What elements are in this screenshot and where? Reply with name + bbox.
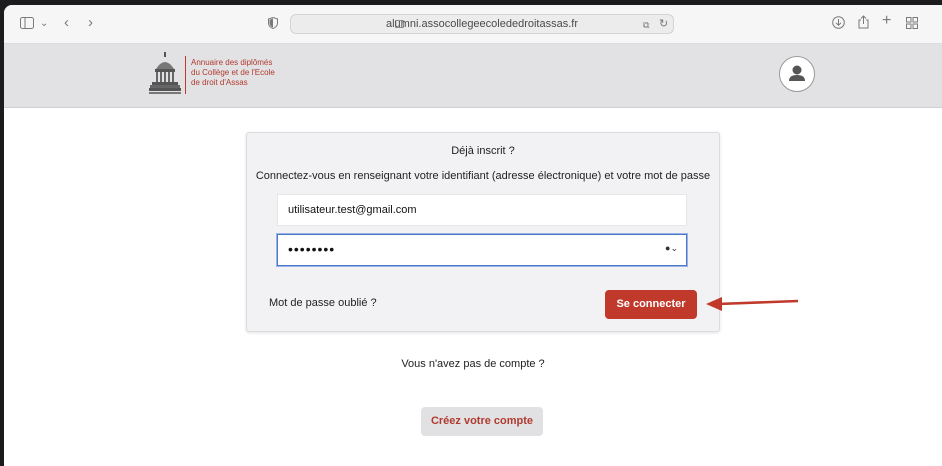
login-instructions: Connectez-vous en renseignant votre iden… [255,170,711,182]
arrow-annotation-icon [706,297,799,311]
tab-overview-icon[interactable] [906,17,918,32]
user-icon [789,65,805,81]
logo-divider [185,56,186,94]
browser-window: ⌄ ‹ › alumni.assocollegeecolededroitassa… [4,5,942,466]
address-bar-url: alumni.assocollegeecolededroitassas.fr [386,18,578,30]
share-icon[interactable] [858,15,869,32]
browser-toolbar: ⌄ ‹ › alumni.assocollegeecolededroitassa… [4,5,942,44]
reload-icon[interactable]: ↻ [659,17,668,31]
login-card: Déjà inscrit ? Connectez-vous en renseig… [246,132,720,332]
download-icon[interactable] [832,16,845,32]
no-account-text: Vous n'avez pas de compte ? [401,358,545,370]
email-value: utilisateur.test@gmail.com [288,204,417,216]
address-bar[interactable]: alumni.assocollegeecolededroitassas.fr ⧉… [290,14,674,34]
translate-icon[interactable]: ⧉ [643,18,649,32]
plus-icon[interactable]: + [882,13,891,29]
password-field[interactable]: •••••••• ●⌄ [277,234,687,266]
login-title: Déjà inscrit ? [451,145,515,157]
pantheon-logo-icon[interactable] [149,52,181,96]
site-logo-text[interactable]: Annuaire des diplômés du Collège et de l… [191,58,275,88]
key-icon[interactable]: ●⌄ [665,243,678,254]
chevron-left-icon[interactable]: ‹ [64,15,69,30]
site-header: Annuaire des diplômés du Collège et de l… [4,44,942,108]
chevron-down-icon[interactable]: ⌄ [40,17,48,31]
email-field[interactable]: utilisateur.test@gmail.com [277,194,687,226]
password-value: •••••••• [288,241,336,257]
sidebar-icon[interactable] [20,17,34,32]
create-account-button[interactable]: Créez votre compte [421,407,543,436]
forgot-password-link[interactable]: Mot de passe oublié ? [269,297,377,309]
user-avatar[interactable] [779,56,815,92]
login-button[interactable]: Se connecter [605,290,697,319]
shield-icon[interactable] [268,16,278,32]
chevron-right-icon[interactable]: › [88,15,93,30]
